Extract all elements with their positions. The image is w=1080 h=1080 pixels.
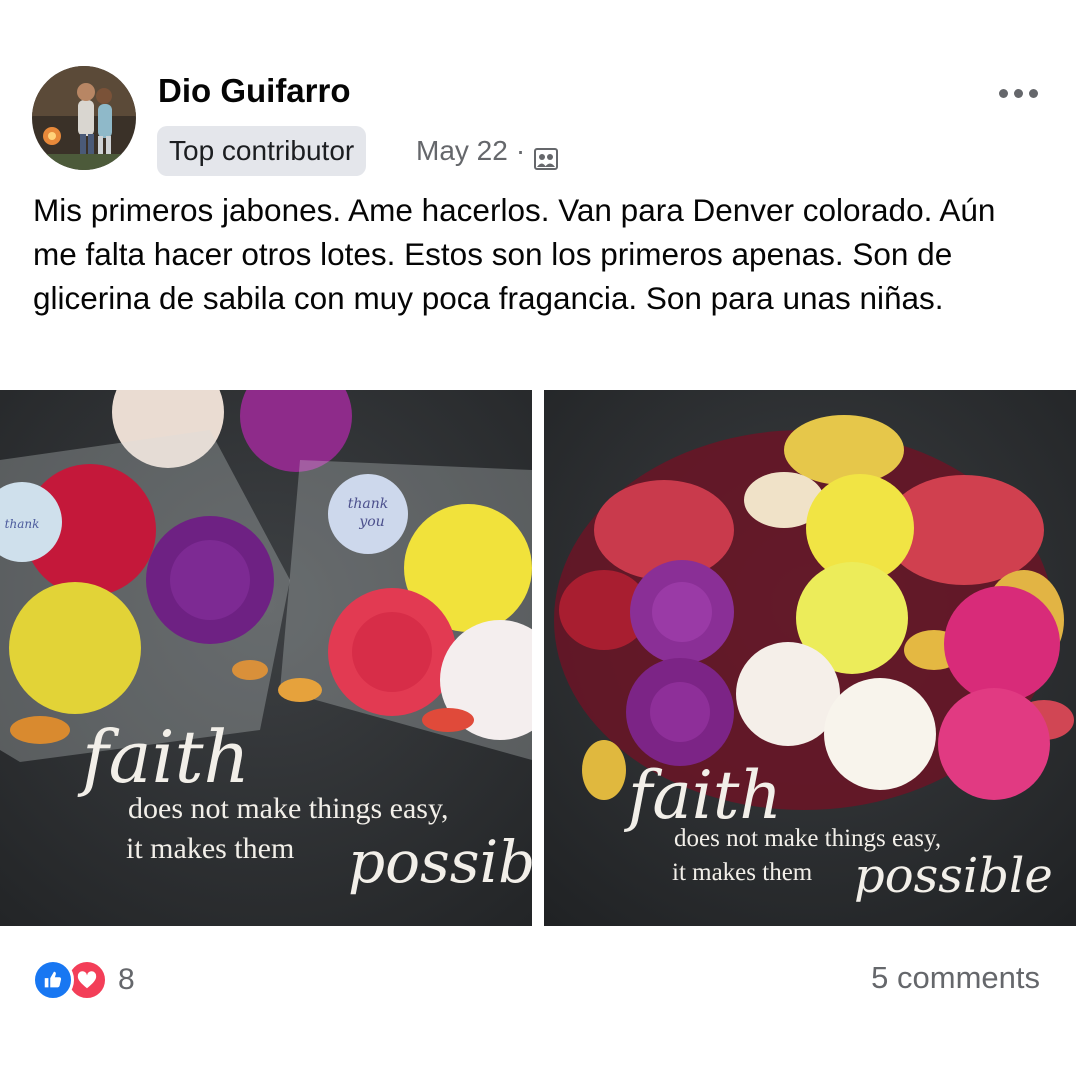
top-contributor-badge[interactable]: Top contributor [157,126,367,176]
more-options-icon[interactable] [990,78,1046,108]
post-date[interactable]: May 22 [416,126,508,176]
svg-text:thank: thank [348,496,389,512]
reaction-count: 8 [118,963,135,996]
post-photo-1[interactable]: thank thank you faith does not make thin… [0,390,532,926]
meta-separator: · [515,135,526,166]
post-meta: May 22 · [416,126,559,176]
dot [1013,88,1023,98]
quote-script-possible: possib [348,828,532,896]
quote-line-1: does not make things easy, [128,792,449,825]
dot [998,88,1008,98]
quote-script-possible: possible [854,848,1053,904]
author-name[interactable]: Dio Guifarro [158,72,351,110]
reactions-summary[interactable]: 8 [32,958,135,1002]
quote-line-2: it makes them [126,832,294,865]
quote-script-faith: faith [623,757,782,834]
facebook-post: Dio Guifarro Top contributor May 22 · Mi… [0,0,1080,1080]
svg-text:you: you [358,514,384,530]
post-photo-2[interactable]: faith does not make things easy, it make… [544,390,1076,926]
post-text: Mis primeros jabones. Ame hacerlos. Van … [33,192,996,316]
sticker-text-left: thank [5,517,40,531]
comments-count-link[interactable]: 5 comments [871,960,1040,996]
like-icon [32,959,74,1001]
dot [1028,88,1038,98]
group-icon[interactable] [533,138,559,170]
author-avatar[interactable] [32,66,136,170]
quote-script-faith: faith [77,715,250,799]
quote-line-2: it makes them [672,859,813,886]
